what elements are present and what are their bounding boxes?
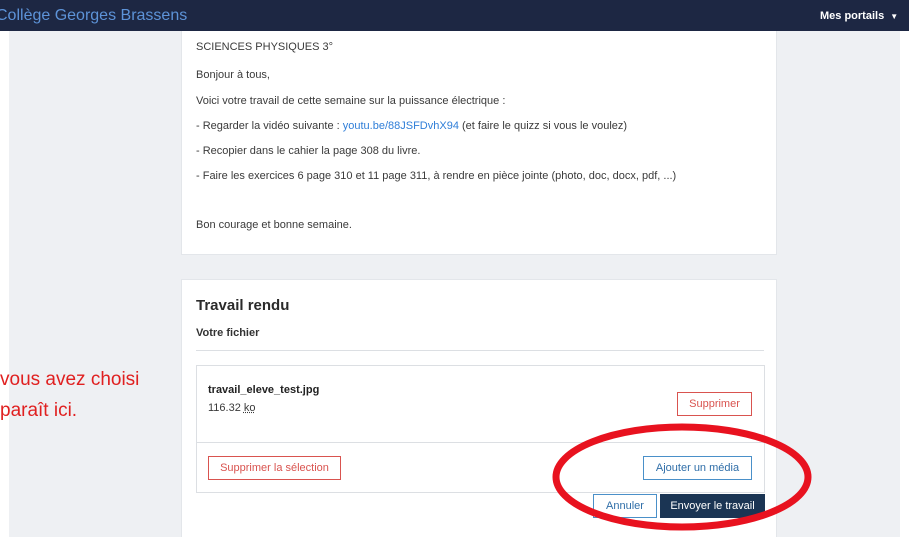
annotation-line-1: vous avez choisi: [0, 369, 140, 390]
school-brand-link[interactable]: Collège Georges Brassens: [0, 7, 187, 25]
caret-down-icon: ▼: [890, 12, 899, 21]
assignment-closing: Bon courage et bonne semaine.: [196, 219, 352, 231]
delete-file-button[interactable]: Supprimer: [677, 392, 752, 416]
item-video-prefix: - Regarder la vidéo suivante :: [196, 120, 343, 132]
add-media-button[interactable]: Ajouter un média: [643, 456, 752, 480]
assignment-item-copy: - Recopier dans le cahier la page 308 du…: [196, 145, 421, 157]
file-name: travail_eleve_test.jpg: [208, 384, 320, 396]
item-video-suffix: (et faire le quizz si vous le voulez): [458, 120, 628, 132]
cancel-button[interactable]: Annuler: [593, 494, 657, 518]
annotation-line-2: paraît ici.: [0, 400, 78, 421]
file-panel-divider: [197, 442, 764, 443]
delete-selection-button[interactable]: Supprimer la sélection: [208, 456, 341, 480]
assignment-subject: SCIENCES PHYSIQUES 3°: [196, 41, 334, 53]
file-size: 116.32 ko: [208, 402, 256, 414]
file-size-unit: ko: [243, 402, 256, 414]
assignment-item-exercises: - Faire les exercices 6 page 310 et 11 p…: [196, 170, 677, 182]
divider: [196, 350, 764, 351]
top-navbar: Collège Georges Brassens Mes portails ▼: [0, 0, 909, 31]
submission-subtitle: Votre fichier: [196, 327, 260, 339]
portals-label: Mes portails: [820, 10, 885, 22]
file-size-value: 116.32: [208, 402, 241, 414]
assignment-item-video: - Regarder la vidéo suivante : youtu.be/…: [196, 120, 627, 132]
send-work-button[interactable]: Envoyer le travail: [660, 494, 765, 518]
assignment-greeting: Bonjour à tous,: [196, 69, 270, 81]
my-portals-menu[interactable]: Mes portails ▼: [820, 10, 898, 22]
video-link[interactable]: youtu.be/88JSFDvhX94: [343, 120, 459, 132]
submission-title: Travail rendu: [196, 297, 290, 314]
assignment-intro: Voici votre travail de cette semaine sur…: [196, 95, 506, 107]
